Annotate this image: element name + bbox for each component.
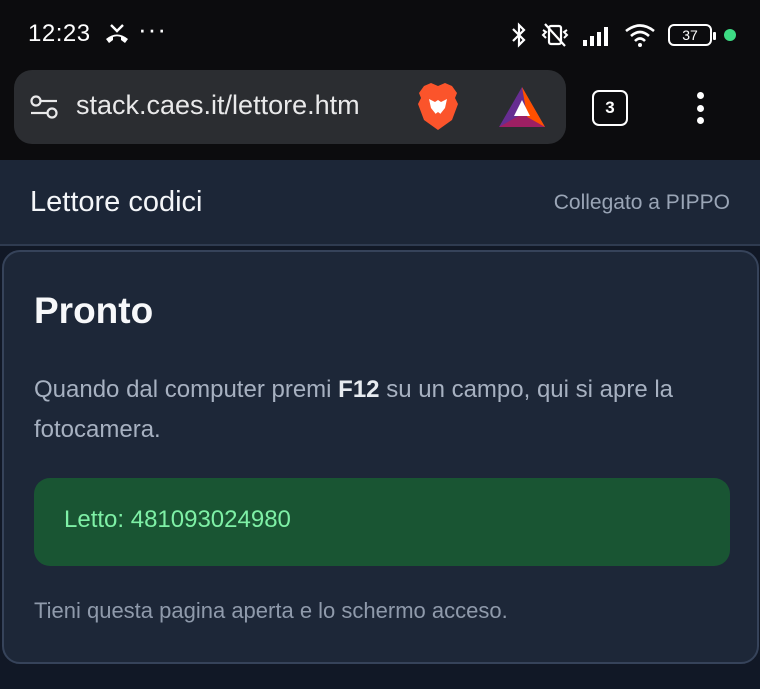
card-title: Pronto	[34, 290, 154, 331]
key-label: F12	[338, 376, 380, 403]
scan-result-text: Letto: 481093024980	[64, 506, 291, 533]
vibrate-off-icon	[540, 22, 570, 48]
signal-icon	[582, 24, 612, 46]
charging-dot-icon	[724, 29, 736, 41]
wifi-icon	[624, 23, 656, 47]
menu-dot	[696, 104, 704, 112]
url-text[interactable]: stack.caes.it/lettore.htm	[76, 90, 412, 121]
missed-call-icon	[104, 22, 130, 48]
address-bar[interactable]: stack.caes.it/lettore.htm	[14, 70, 566, 144]
menu-icon[interactable]	[688, 88, 712, 128]
desc-text: Quando dal computer premi	[34, 376, 339, 403]
bluetooth-icon	[510, 22, 528, 48]
page-header: Lettore codici Collegato a PIPPO	[0, 160, 760, 246]
connection-status: Collegato a PIPPO	[553, 191, 730, 214]
status-icons: 37	[510, 20, 736, 50]
browser-chrome: 12:23 ··· 37 stack.caes.it/lettore.htm 3	[0, 0, 760, 160]
brave-shields-icon[interactable]	[416, 82, 460, 132]
battery-icon: 37	[668, 24, 716, 46]
menu-dot	[696, 117, 704, 124]
status-bar: 12:23 ··· 37	[0, 0, 760, 68]
scan-result-box: Letto: 481093024980	[34, 478, 730, 566]
card-note: Tieni questa pagina aperta e lo schermo …	[34, 598, 508, 623]
menu-dot	[696, 92, 704, 99]
more-notifications-icon: ···	[138, 14, 167, 44]
site-settings-icon[interactable]	[30, 94, 58, 120]
card-description: Quando dal computer premi F12 su un camp…	[34, 370, 734, 450]
page-title: Lettore codici	[30, 186, 203, 218]
tab-switcher-button[interactable]: 3	[592, 90, 628, 126]
status-time: 12:23	[28, 20, 91, 47]
bat-rewards-icon[interactable]	[498, 86, 546, 128]
status-card: Pronto Quando dal computer premi F12 su …	[2, 250, 759, 664]
